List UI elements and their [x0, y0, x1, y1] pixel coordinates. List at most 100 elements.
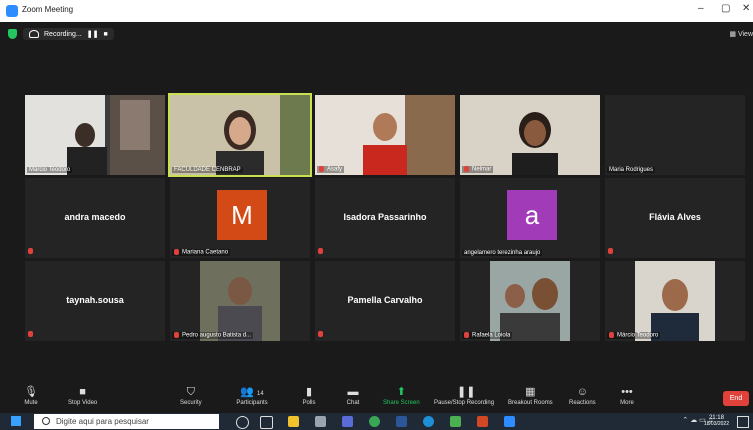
edge-icon[interactable] — [423, 416, 434, 427]
share-screen-button[interactable]: ⬆ Share Screen — [383, 386, 420, 406]
participants-count: 14 — [257, 391, 264, 397]
participant-display-name: Pamella Carvalho — [347, 295, 423, 305]
minimize-button[interactable]: – — [698, 3, 704, 14]
pause-stop-icon: ❚❚ — [457, 386, 476, 398]
breakout-rooms-icon: ▦ — [525, 386, 536, 398]
video-tile[interactable]: Rafaela Loiola — [460, 261, 600, 341]
restore-button[interactable]: ▢ — [721, 3, 730, 14]
participant-name: Rafaela Loiola — [462, 332, 513, 339]
pause-stop-recording-button[interactable]: ❚❚ Pause/Stop Recording — [434, 386, 494, 406]
muted-mic-icon — [28, 248, 33, 254]
search-placeholder: Digite aqui para pesquisar — [56, 417, 149, 426]
participant-name: Pedro augusto Batista d... — [172, 332, 254, 339]
participant-display-name: Flávia Alves — [649, 212, 701, 222]
meeting-toolbar: 🎙 Mute ■ Stop Video ⛉ Security 👥 14 Particip… — [0, 385, 753, 413]
zoom-app-icon — [6, 5, 18, 17]
recording-bar: Recording... ❚❚ ■ — [8, 27, 114, 41]
name-tile[interactable]: andra macedo — [25, 178, 165, 258]
stop-video-button[interactable]: ■ Stop Video — [68, 386, 97, 406]
settings-icon[interactable] — [315, 416, 326, 427]
muted-mic-icon — [464, 166, 469, 173]
pause-recording-icon[interactable]: ❚❚ — [87, 30, 99, 38]
video-tile[interactable]: FACULDADE CENBRAP — [168, 93, 312, 177]
powerpoint-icon[interactable] — [477, 416, 488, 427]
name-tile[interactable]: Pamella Carvalho — [315, 261, 455, 341]
muted-mic-icon — [318, 331, 323, 337]
name-tile[interactable]: Isadora Passarinho — [315, 178, 455, 258]
recording-label: Recording... — [44, 30, 82, 38]
avatar-tile[interactable]: a angelamero terezinha araujo — [460, 178, 600, 258]
task-view-icon[interactable] — [260, 416, 273, 429]
video-camera-icon: ■ — [79, 386, 86, 398]
video-tile[interactable]: Pedro augusto Batista d... — [170, 261, 310, 341]
word-icon[interactable] — [396, 416, 407, 427]
participant-video — [170, 261, 310, 341]
notifications-icon[interactable] — [737, 416, 749, 428]
end-meeting-button[interactable]: End — [723, 391, 749, 406]
more-button[interactable]: ••• More — [620, 386, 634, 406]
video-tile[interactable]: Márcio Teodoro — [25, 95, 165, 175]
name-tile[interactable]: Flávia Alves — [605, 178, 745, 258]
clock[interactable]: 21:18 18/03/2022 — [704, 415, 729, 427]
shield-icon[interactable] — [8, 29, 17, 39]
chat-button[interactable]: ▬ Chat — [346, 386, 360, 406]
muted-mic-icon — [174, 332, 179, 339]
avatar: M — [217, 190, 267, 240]
taskbar-search[interactable]: Digite aqui para pesquisar — [34, 414, 219, 429]
cortana-icon[interactable] — [236, 416, 249, 429]
participant-name: Maria Rodrigues — [607, 167, 656, 173]
recording-indicator: Recording... ❚❚ ■ — [23, 28, 114, 40]
participant-display-name: Isadora Passarinho — [343, 212, 427, 222]
muted-mic-icon — [174, 249, 179, 256]
participant-name: Márcio Teodoro — [607, 332, 661, 339]
view-button[interactable]: ▦ View — [729, 30, 753, 38]
breakout-rooms-button[interactable]: ▦ Breakout Rooms — [508, 386, 553, 406]
windows-start-icon[interactable] — [11, 416, 21, 426]
search-icon — [42, 417, 50, 425]
window-title: Zoom Meeting — [22, 5, 74, 14]
zoom-taskbar-icon[interactable] — [504, 416, 515, 427]
participants-button[interactable]: 👥 14 Participants — [232, 386, 272, 406]
avatar-tile[interactable]: M Mariana Caetano — [170, 178, 310, 258]
participants-icon: 👥 14 — [240, 386, 264, 398]
video-tile[interactable]: Asafy — [315, 95, 455, 175]
shield-icon: ⛉ — [186, 386, 195, 398]
microphone-icon: 🎙 — [24, 386, 38, 398]
meeting-area: Recording... ❚❚ ■ ▦ View Márcio Teodoro … — [0, 22, 753, 385]
participant-video — [315, 95, 455, 175]
name-tile[interactable]: taynah.sousa — [25, 261, 165, 341]
stop-recording-icon[interactable]: ■ — [103, 31, 107, 38]
muted-mic-icon — [319, 166, 324, 173]
security-button[interactable]: ⛉ Security — [180, 386, 202, 406]
app-icon[interactable] — [342, 416, 353, 427]
share-screen-icon: ⬆ — [396, 386, 406, 398]
participant-video — [170, 95, 310, 175]
participant-display-name: andra macedo — [64, 212, 126, 222]
windows-taskbar: Digite aqui para pesquisar ⌃ ☁ ▭ ♫ 21:18… — [0, 413, 753, 430]
participant-name: Mariana Caetano — [172, 249, 231, 256]
title-bar: Zoom Meeting – ▢ ✕ — [0, 0, 753, 22]
avatar: a — [507, 190, 557, 240]
chrome-icon[interactable] — [369, 416, 380, 427]
participant-video — [460, 261, 600, 341]
clock-date: 18/03/2022 — [703, 421, 729, 427]
muted-mic-icon — [609, 332, 614, 339]
polls-button[interactable]: ▮ Polls — [302, 386, 316, 406]
file-explorer-icon[interactable] — [288, 416, 299, 427]
chat-icon: ▬ — [347, 386, 359, 398]
video-tile[interactable]: Márcio Teodoro — [605, 261, 745, 341]
reactions-icon: ☺ — [576, 386, 588, 398]
muted-mic-icon — [464, 332, 469, 339]
more-icon: ••• — [621, 386, 633, 398]
close-button[interactable]: ✕ — [742, 3, 750, 14]
participant-name: Nelmar — [462, 166, 494, 173]
participant-display-name: taynah.sousa — [66, 295, 124, 305]
video-tile[interactable]: Maria Rodrigues — [605, 95, 745, 175]
reactions-button[interactable]: ☺ Reactions — [569, 386, 596, 406]
participant-name: Asafy — [317, 166, 345, 173]
participant-video — [605, 261, 745, 341]
cloud-icon — [29, 30, 39, 38]
mute-button[interactable]: 🎙 Mute — [24, 386, 38, 406]
app-icon[interactable] — [450, 416, 461, 427]
video-tile[interactable]: Nelmar — [460, 95, 600, 175]
